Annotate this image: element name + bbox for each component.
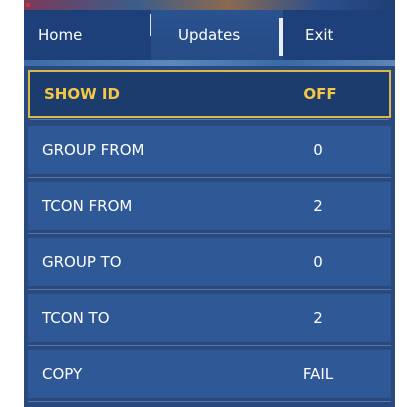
menu-item-value: OFF (303, 85, 337, 103)
menu-item-tcon-from[interactable]: TCON FROM 2 (28, 182, 391, 234)
tv-screen: Home Updates Exit SHOW ID OFF GROUP FROM… (24, 0, 395, 407)
menu-item-value: 0 (313, 141, 323, 159)
menu-item-value: 0 (313, 253, 323, 271)
menu-item-label: TCON FROM (42, 197, 133, 215)
menu-item-copy[interactable]: COPY FAIL (28, 350, 391, 402)
indicator-dot (26, 3, 30, 7)
tab-home[interactable]: Home (24, 10, 153, 60)
menu-item-label: GROUP FROM (42, 141, 145, 159)
top-nav: Home Updates Exit (24, 10, 395, 60)
menu-item-label: GROUP TO (42, 253, 122, 271)
tab-exit-label: Exit (305, 26, 334, 44)
top-edge-strip (24, 0, 395, 10)
tab-updates-label: Updates (178, 26, 241, 44)
tab-updates[interactable]: Updates (151, 10, 283, 60)
tab-exit[interactable]: Exit (283, 10, 395, 60)
menu-item-label: TCON TO (42, 309, 110, 327)
menu-item-tcon-to[interactable]: TCON TO 2 (28, 294, 391, 346)
menu-item-value: 2 (313, 309, 323, 327)
menu-item-label: COPY (42, 365, 83, 383)
menu-item-group-from[interactable]: GROUP FROM 0 (28, 126, 391, 178)
menu-item-group-to[interactable]: GROUP TO 0 (28, 238, 391, 290)
menu-item-label: SHOW ID (44, 85, 120, 103)
menu-item-show-id[interactable]: SHOW ID OFF (28, 70, 391, 120)
settings-menu: SHOW ID OFF GROUP FROM 0 TCON FROM 2 GRO… (28, 70, 391, 406)
menu-item-value: 2 (313, 197, 323, 215)
nav-divider (24, 60, 395, 66)
tab-home-label: Home (38, 26, 83, 44)
menu-item-value: FAIL (302, 365, 334, 383)
